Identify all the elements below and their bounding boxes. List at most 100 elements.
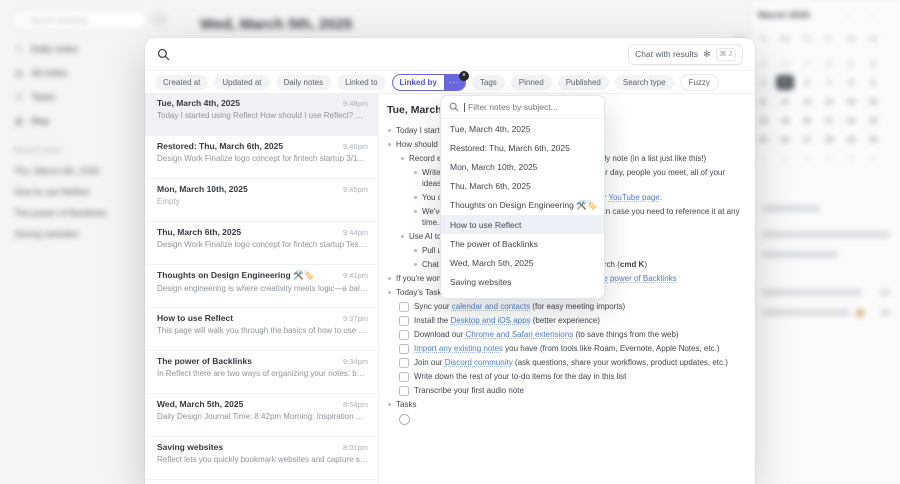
calendar-day: 6 [804, 78, 810, 87]
dropdown-item[interactable]: How to use Reflect [441, 215, 604, 234]
result-row[interactable]: Tue, March 4th, 2025 9:48pm Today I starte… [145, 93, 378, 136]
note-text: Transcribe your first audio note [414, 385, 524, 395]
dropdown-item[interactable]: Restored: Thu, March 6th, 2025 [441, 138, 604, 157]
bullet-icon [388, 128, 391, 132]
dropdown-item[interactable]: Mon, March 10th, 2025 [441, 157, 604, 176]
result-row[interactable]: Wed, March 5th, 2025 8:54pm Daily Design J… [145, 394, 378, 437]
note-link[interactable]: Discord community [445, 358, 513, 367]
checkbox[interactable] [399, 315, 409, 326]
close-icon[interactable]: × [458, 70, 469, 81]
result-row[interactable]: Thoughts on Design Engineering 🛠️🏷️ 9:41p… [145, 265, 378, 308]
result-title: Thoughts on Design Engineering 🛠️🏷️ [157, 270, 315, 280]
note-text: . [659, 192, 663, 202]
result-time: 9:34pm [342, 357, 368, 366]
sparkle-icon: ✻ [703, 48, 711, 59]
filter-chip-tags[interactable]: Tags [471, 74, 505, 90]
result-snippet: Empty [157, 197, 180, 206]
filter-chip-published[interactable]: Published [557, 74, 609, 90]
dropdown-filter-input[interactable] [468, 102, 596, 112]
modal-search-input[interactable] [178, 48, 621, 60]
calendar-weekday: Sa [846, 34, 856, 43]
result-title: How to use Reflect [157, 313, 234, 323]
pencil-icon: ✎ [15, 44, 23, 54]
notes-icon: ▤ [14, 68, 24, 78]
blurred-line [762, 251, 838, 258]
filter-chips-row: Created at Updated at Daily notes Linked to… [145, 70, 755, 94]
result-row[interactable]: Saving websites 8:01pm Reflect lets you qu… [145, 437, 378, 480]
note-line-text: Sync your calendar and contacts (for eas… [414, 301, 745, 312]
note-link[interactable]: calendar and contacts [452, 302, 530, 311]
result-row-header: Saving websites 8:01pm [157, 442, 368, 452]
checkbox[interactable] [399, 385, 409, 396]
note-link[interactable]: Desktop and iOS apps [450, 316, 530, 325]
sidebar-item-tasks: ☑ Tasks [14, 92, 55, 103]
sidebar-item-daily-notes: ✎ Daily notes [14, 44, 78, 55]
note-link[interactable]: The power of Backlinks [594, 274, 677, 283]
result-title: The power of Backlinks [157, 356, 252, 366]
dropdown-item[interactable]: The power of Backlinks [441, 234, 604, 253]
dropdown-item[interactable]: Thoughts on Design Engineering 🛠️🏷️ [441, 195, 604, 215]
result-time: 9:45pm [342, 185, 368, 194]
blurred-icon [880, 309, 890, 316]
filter-chip-linked-to[interactable]: Linked to [337, 74, 386, 90]
result-row[interactable]: Reflect8:01pmtype: #company domain: refl… [145, 480, 378, 484]
note-text: Sync your [414, 301, 452, 311]
task-radio[interactable] [399, 413, 410, 425]
result-row[interactable]: Thu, March 6th, 2025 9:44pm Design Work Fi… [145, 222, 378, 265]
right-panel [752, 0, 900, 484]
calendar-day: 4 [760, 78, 766, 87]
dropdown-item[interactable]: Saving websites [441, 272, 604, 291]
result-row[interactable]: Restored: Thu, March 6th, 2025 9:46pm Desi… [145, 136, 378, 179]
note-link[interactable]: Chrome and Safari extensions [466, 330, 574, 339]
dropdown-item[interactable]: Tue, March 4th, 2025 [441, 119, 604, 138]
result-time: 9:48pm [342, 99, 368, 108]
checkbox[interactable] [399, 371, 409, 382]
filter-chip-created-at[interactable]: Created at [155, 74, 209, 90]
filter-chip-search-type[interactable]: Search type [614, 74, 674, 90]
checkbox[interactable] [399, 301, 409, 312]
chat-with-results-button[interactable]: Chat with results ✻ ⌘ J [628, 43, 743, 65]
result-snippet: Design engineering is where creativity m… [157, 284, 368, 293]
result-title: Restored: Thu, March 6th, 2025 [157, 141, 284, 151]
map-icon: ▦ [14, 116, 24, 126]
blurred-line [762, 205, 820, 212]
dropdown-search-row[interactable] [441, 96, 604, 119]
checkbox[interactable] [399, 329, 409, 340]
dropdown-item[interactable]: Wed, March 5th, 2025 [441, 253, 604, 272]
calendar-day: 4 [826, 154, 832, 163]
filter-chip-daily-notes[interactable]: Daily notes [275, 74, 332, 90]
filter-chip-linked-by[interactable]: Linked by ··· × [391, 70, 469, 91]
result-row[interactable]: How to use Reflect 9:37pm This page will w… [145, 308, 378, 351]
filter-chip-fuzzy[interactable]: Fuzzy [679, 73, 719, 91]
note-link[interactable]: Import any existing notes [414, 344, 503, 353]
result-row[interactable]: The power of Backlinks 9:34pm In Reflect t… [145, 351, 378, 394]
filter-chip-updated-at[interactable]: Updated at [214, 74, 270, 90]
note-text: (for easy meeting imports) [530, 301, 626, 311]
result-row-header: The power of Backlinks 9:34pm [157, 356, 368, 366]
checkbox[interactable] [399, 343, 409, 354]
calendar-day: 30 [868, 135, 878, 144]
note-line: Tasks [385, 397, 745, 411]
calendar-day: 25 [758, 59, 768, 68]
result-row[interactable]: Mon, March 10th, 2025 9:45pm Empty [145, 179, 378, 222]
dropdown-item[interactable]: Thu, March 6th, 2025 [441, 176, 604, 195]
calendar-day: 3 [804, 154, 810, 163]
result-title: Mon, March 10th, 2025 [157, 184, 248, 194]
result-row-header: Tue, March 4th, 2025 9:48pm [157, 98, 368, 108]
calendar-day: 1 [848, 59, 854, 68]
bullet-icon [401, 156, 404, 160]
note-text: Tasks [396, 399, 417, 409]
note-line-text: Write down the rest of your to-do items … [414, 371, 745, 382]
filter-chip-pinned[interactable]: Pinned [510, 74, 552, 90]
dropdown-item[interactable]: Reflect [441, 291, 604, 299]
sidebar-recent-item: Thu, March 6th, 2025 [14, 166, 100, 176]
note-text: ) [644, 259, 647, 269]
checkbox[interactable] [399, 357, 409, 368]
calendar-day: 20 [802, 116, 812, 125]
note-link[interactable]: YouTube page [608, 193, 659, 202]
calendar-day: 16 [868, 97, 878, 106]
bullet-icon [414, 262, 417, 266]
filter-chip-label: Linked by [399, 77, 437, 87]
result-time: 9:37pm [342, 314, 368, 323]
result-title: Wed, March 5th, 2025 [157, 399, 244, 409]
